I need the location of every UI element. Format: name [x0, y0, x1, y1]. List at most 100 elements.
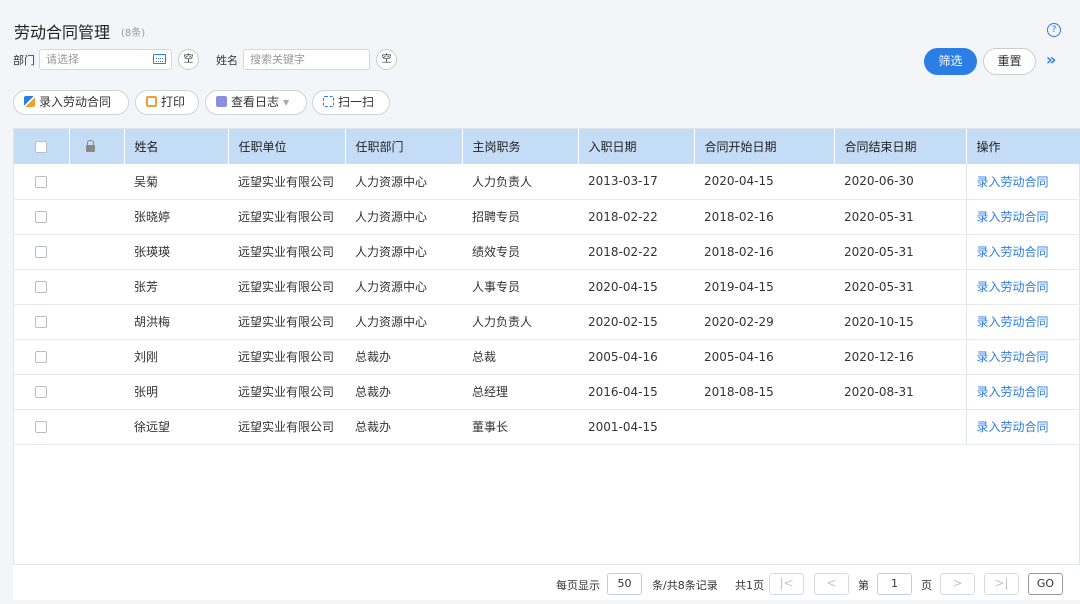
add-contract-link[interactable]: 录入劳动合同: [965, 234, 1080, 270]
row-lock-cell: [69, 234, 124, 270]
row-lock-cell: [69, 199, 124, 235]
row-select-cell[interactable]: [14, 199, 69, 235]
column-header-contract-end[interactable]: 合同结束日期: [834, 129, 967, 164]
cell-contract-start: 2019-04-15: [694, 269, 834, 305]
cell-company: 远望实业有限公司: [228, 339, 345, 375]
table-row[interactable]: 张晓婷 远望实业有限公司 人力资源中心 招聘专员 2018-02-22 2018…: [14, 199, 1080, 235]
row-select-cell[interactable]: [14, 234, 69, 270]
table-row[interactable]: 刘刚 远望实业有限公司 总裁办 总裁 2005-04-16 2005-04-16…: [14, 339, 1080, 375]
row-select-cell[interactable]: [14, 164, 69, 200]
cell-company: 远望实业有限公司: [228, 164, 345, 200]
row-select-cell[interactable]: [14, 304, 69, 340]
total-pages-label: 共1页: [735, 579, 764, 592]
cell-position: 总裁: [462, 339, 578, 375]
lock-icon[interactable]: [85, 139, 95, 152]
first-page-icon[interactable]: |<: [769, 573, 804, 595]
cell-name: 胡洪梅: [124, 304, 228, 340]
lock-column-header[interactable]: [69, 129, 125, 164]
table-row[interactable]: 张芳 远望实业有限公司 人力资源中心 人事专员 2020-04-15 2019-…: [14, 269, 1080, 305]
column-header-dept[interactable]: 任职部门: [345, 129, 463, 164]
add-contract-link[interactable]: 录入劳动合同: [965, 164, 1080, 200]
per-page-input[interactable]: 50: [607, 573, 642, 595]
cell-contract-end: 2020-12-16: [834, 339, 966, 375]
last-page-icon[interactable]: >|: [984, 573, 1019, 595]
expand-filters-icon[interactable]: »: [1046, 50, 1056, 69]
add-contract-link[interactable]: 录入劳动合同: [965, 409, 1080, 445]
cell-hire-date: 2005-04-16: [578, 339, 694, 375]
name-empty-button[interactable]: 空: [376, 49, 397, 70]
scan-label: 扫一扫: [338, 95, 375, 109]
add-contract-link[interactable]: 录入劳动合同: [965, 269, 1080, 305]
cell-hire-date: 2020-04-15: [578, 269, 694, 305]
row-lock-cell: [69, 304, 124, 340]
row-select-cell[interactable]: [14, 339, 69, 375]
filter-button[interactable]: 筛选: [924, 48, 977, 75]
row-lock-cell: [69, 269, 124, 305]
row-select-cell[interactable]: [14, 269, 69, 305]
table-row[interactable]: 徐远望 远望实业有限公司 总裁办 董事长 2001-04-15 录入劳动合同: [14, 409, 1080, 445]
prev-page-icon[interactable]: <: [814, 573, 849, 595]
cell-contract-end: 2020-05-31: [834, 269, 966, 305]
column-header-position[interactable]: 主岗职务: [462, 129, 579, 164]
table-row[interactable]: 张瑛瑛 远望实业有限公司 人力资源中心 绩效专员 2018-02-22 2018…: [14, 234, 1080, 270]
contract-table-panel: 姓名 任职单位 任职部门 主岗职务 入职日期 合同开始日期 合同结束日期 操作 …: [13, 128, 1080, 600]
column-header-hire-date[interactable]: 入职日期: [578, 129, 695, 164]
page-number-input[interactable]: 1: [877, 573, 912, 595]
name-search-placeholder: 搜索关键字: [250, 53, 305, 66]
column-header-contract-start[interactable]: 合同开始日期: [694, 129, 835, 164]
select-all-checkbox[interactable]: [35, 141, 47, 153]
scan-button[interactable]: 扫一扫: [312, 90, 390, 115]
name-search-input[interactable]: 搜索关键字: [243, 49, 370, 70]
cell-dept: 人力资源中心: [345, 234, 462, 270]
next-page-icon[interactable]: >: [940, 573, 975, 595]
column-header-company[interactable]: 任职单位: [228, 129, 346, 164]
column-header-name[interactable]: 姓名: [124, 129, 229, 164]
select-all-cell[interactable]: [14, 129, 70, 164]
print-label: 打印: [161, 95, 186, 109]
cell-company: 远望实业有限公司: [228, 304, 345, 340]
cell-position: 人力负责人: [462, 164, 578, 200]
row-checkbox[interactable]: [35, 351, 47, 363]
dept-select-input[interactable]: 请选择: [39, 49, 172, 70]
scan-icon: [323, 96, 334, 107]
row-checkbox[interactable]: [35, 386, 47, 398]
cell-contract-end: 2020-10-15: [834, 304, 966, 340]
table-row[interactable]: 吴菊 远望实业有限公司 人力资源中心 人力负责人 2013-03-17 2020…: [14, 164, 1080, 200]
page-suffix-label: 页: [921, 579, 932, 592]
picker-icon[interactable]: [153, 54, 166, 64]
table-row[interactable]: 胡洪梅 远望实业有限公司 人力资源中心 人力负责人 2020-02-15 202…: [14, 304, 1080, 340]
cell-contract-start: 2005-04-16: [694, 339, 834, 375]
cell-hire-date: 2018-02-22: [578, 199, 694, 235]
row-checkbox[interactable]: [35, 421, 47, 433]
row-checkbox[interactable]: [35, 246, 47, 258]
print-button[interactable]: 打印: [135, 90, 199, 115]
cell-name: 吴菊: [124, 164, 228, 200]
reset-button[interactable]: 重置: [983, 48, 1036, 75]
row-checkbox[interactable]: [35, 175, 47, 188]
row-select-cell[interactable]: [14, 409, 69, 445]
go-button[interactable]: GO: [1028, 573, 1063, 595]
add-contract-button[interactable]: 录入劳动合同: [13, 90, 129, 115]
cell-position: 绩效专员: [462, 234, 578, 270]
add-contract-link[interactable]: 录入劳动合同: [965, 304, 1080, 340]
add-contract-link[interactable]: 录入劳动合同: [965, 374, 1080, 410]
add-contract-link[interactable]: 录入劳动合同: [965, 199, 1080, 235]
page-title: 劳动合同管理: [14, 23, 111, 42]
cell-contract-start: 2020-02-29: [694, 304, 834, 340]
cell-dept: 人力资源中心: [345, 269, 462, 305]
cell-dept: 人力资源中心: [345, 199, 462, 235]
table-header-row: 姓名 任职单位 任职部门 主岗职务 入职日期 合同开始日期 合同结束日期 操作: [14, 129, 1080, 164]
cell-position: 总经理: [462, 374, 578, 410]
table-row[interactable]: 张明 远望实业有限公司 总裁办 总经理 2016-04-15 2018-08-1…: [14, 374, 1080, 410]
view-log-label: 查看日志: [231, 95, 280, 109]
row-checkbox[interactable]: [35, 281, 47, 293]
row-checkbox[interactable]: [35, 316, 47, 328]
view-log-button[interactable]: 查看日志 ▼: [205, 90, 307, 115]
row-select-cell[interactable]: [14, 374, 69, 410]
cell-hire-date: 2001-04-15: [578, 409, 694, 445]
dept-empty-button[interactable]: 空: [178, 49, 199, 70]
add-contract-link[interactable]: 录入劳动合同: [965, 339, 1080, 375]
row-checkbox[interactable]: [35, 211, 47, 223]
cell-name: 张瑛瑛: [124, 234, 228, 270]
help-icon[interactable]: ?: [1047, 23, 1061, 37]
